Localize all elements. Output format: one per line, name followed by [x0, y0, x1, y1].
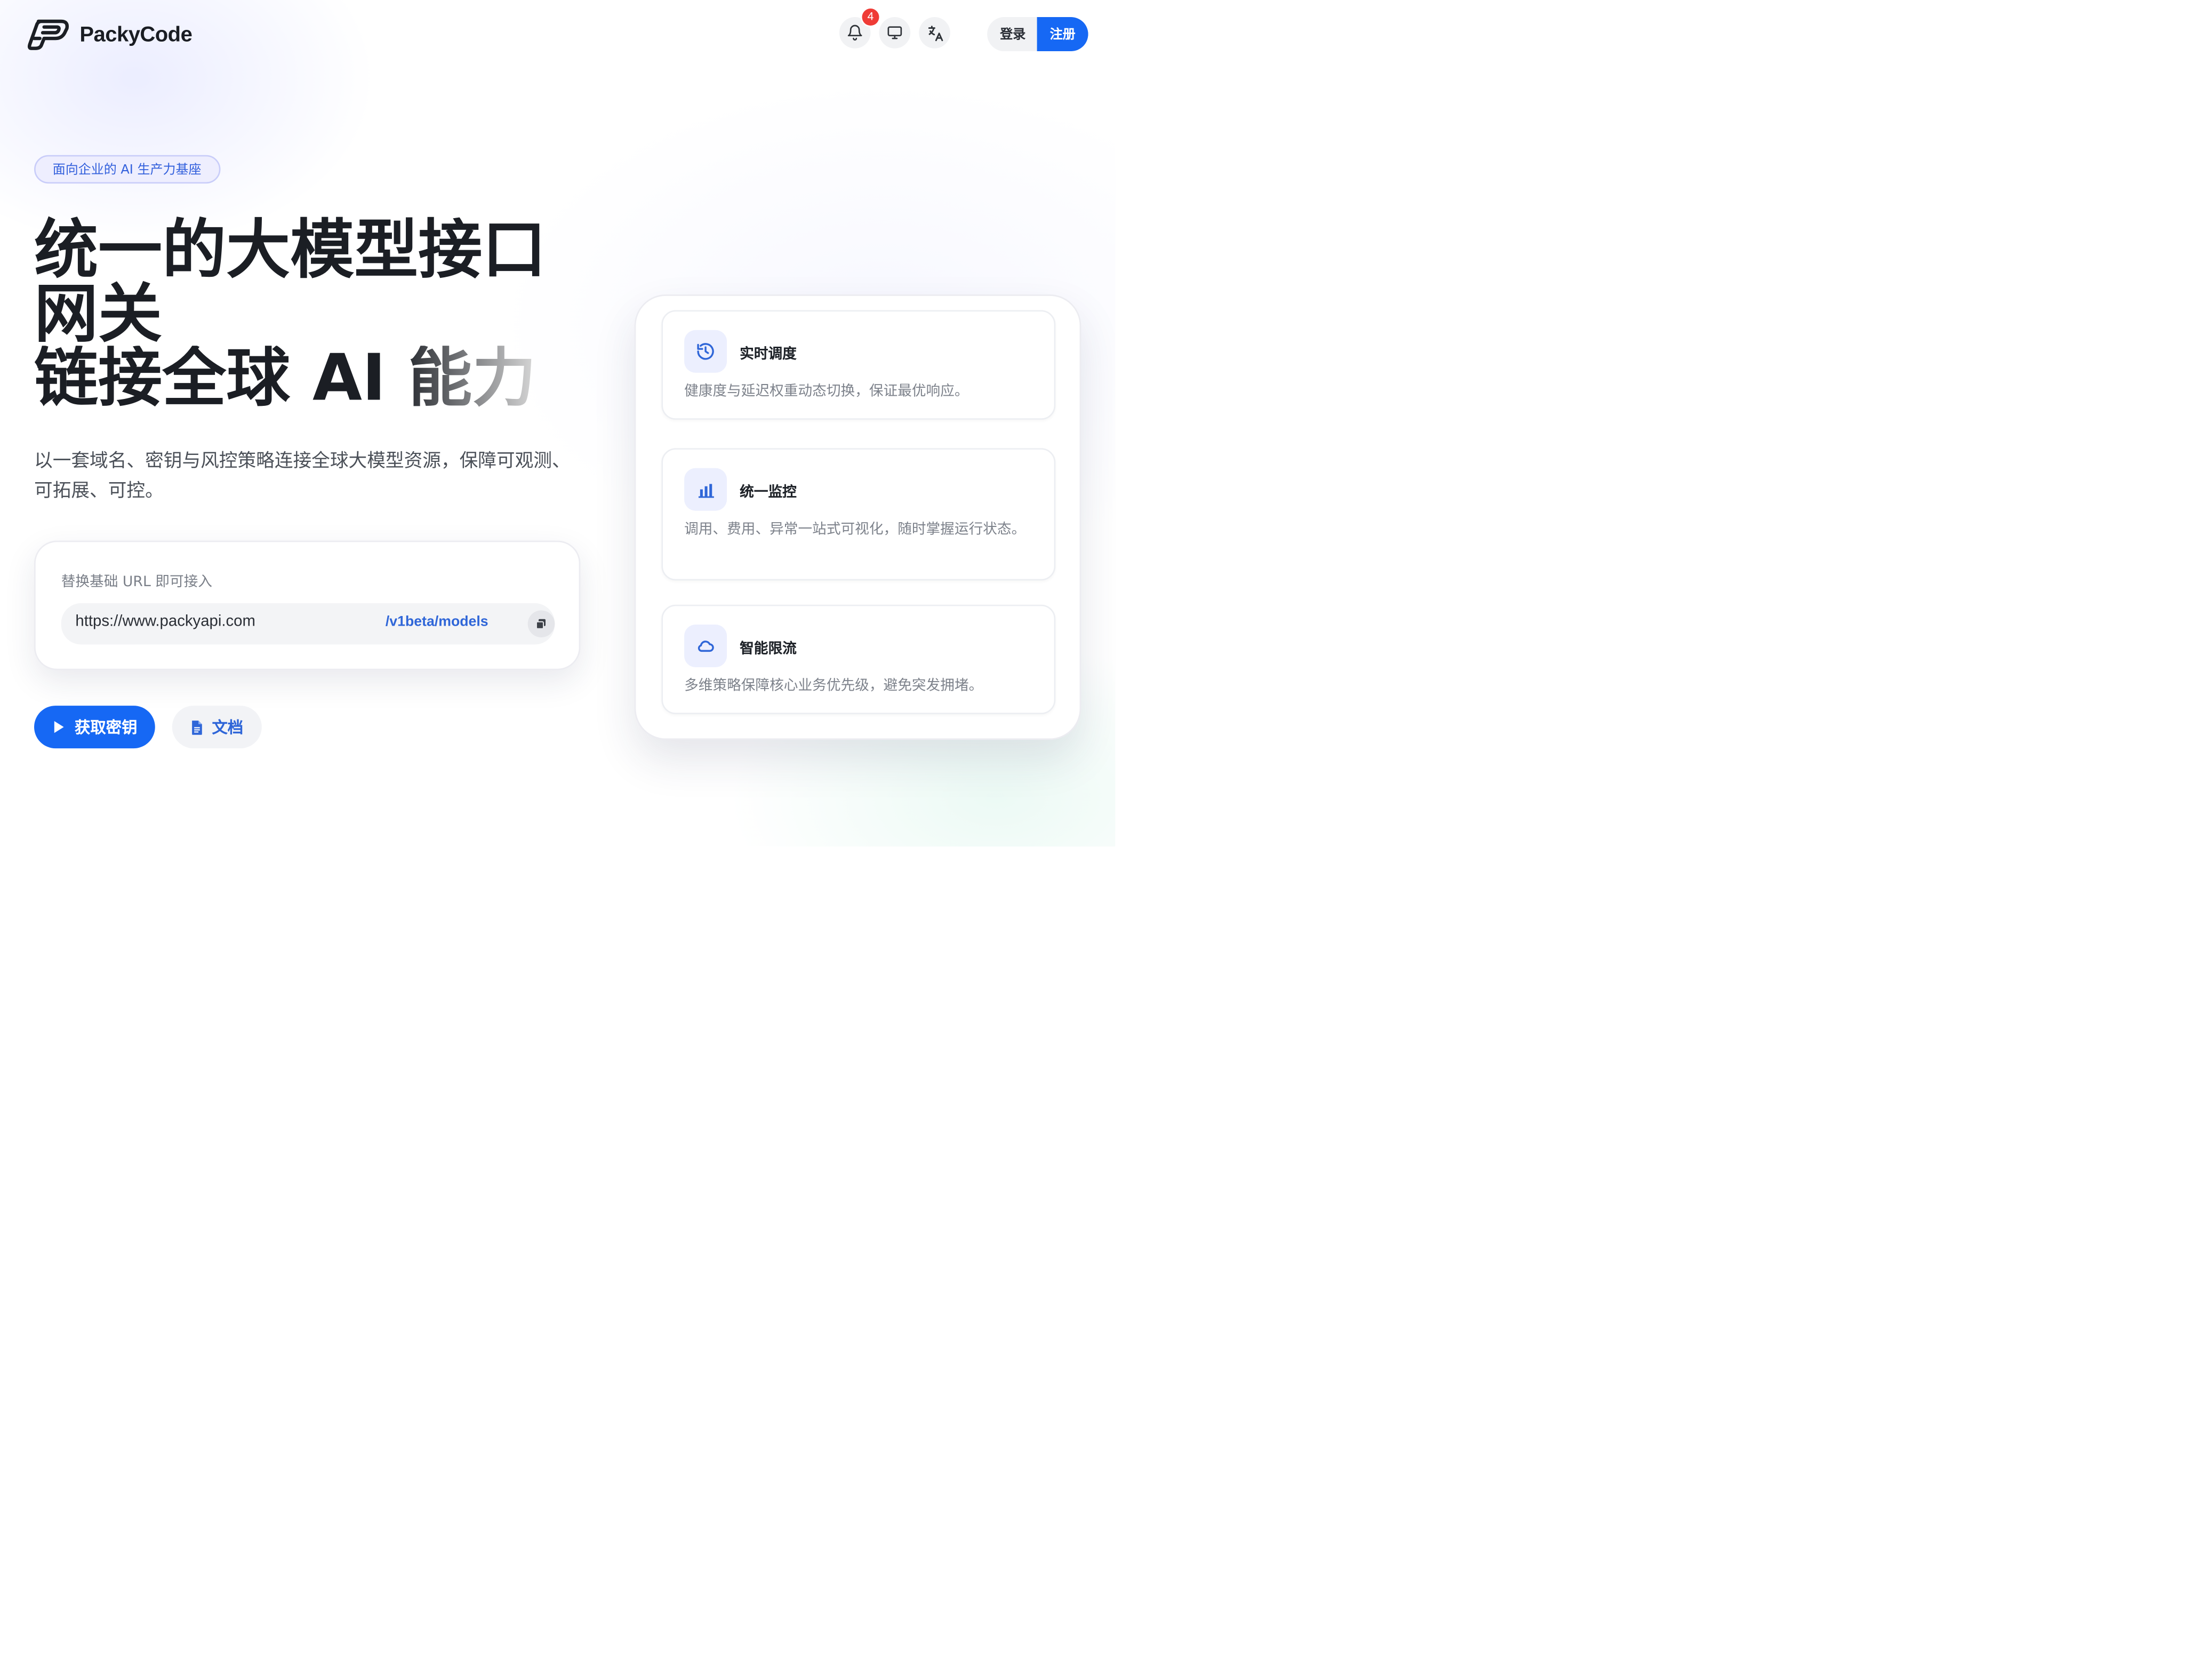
feature-title: 实时调度	[740, 347, 797, 363]
feature-card-realtime-scheduling: 实时调度 健康度与延迟权重动态切换，保证最优响应。	[661, 310, 1056, 420]
bell-icon	[847, 25, 862, 41]
notification-button[interactable]: 4	[839, 9, 879, 49]
docs-button[interactable]: 文档	[172, 706, 262, 749]
copy-icon	[535, 619, 546, 629]
notification-badge: 4	[862, 9, 879, 26]
monitor-icon	[887, 26, 902, 39]
feature-card-unified-monitoring: 统一监控 调用、费用、异常一站式可视化，随时掌握运行状态。	[661, 448, 1056, 581]
feature-panel: 实时调度 健康度与延迟权重动态切换，保证最优响应。 统一监控 调用、费用、异常一…	[634, 294, 1081, 740]
base-url-field: https://www.packyapi.com /v1beta/models	[61, 603, 555, 645]
auth-button-group: 登录 注册	[987, 17, 1088, 52]
feature-description: 健康度与延迟权重动态切换，保证最优响应。	[684, 384, 969, 400]
language-button[interactable]	[919, 17, 950, 49]
title-line-3: 链接全球 AI 能力	[34, 340, 536, 415]
page-title: 统一的大模型接口 网关 链接全球 AI 能力	[34, 218, 596, 410]
cloud-icon	[698, 641, 714, 652]
feature-title: 统一监控	[740, 485, 797, 501]
base-url-label: 替换基础 URL 即可接入	[61, 574, 212, 591]
brand-name: PackyCode	[79, 22, 193, 46]
top-icon-group: 4	[839, 9, 950, 49]
get-api-key-label: 获取密钥	[75, 718, 138, 737]
app-viewport: PackyCode 4 登录 注册 面向企业的 AI 生产力基座 统一的大模型接…	[0, 0, 2212, 1679]
feature-title: 智能限流	[740, 642, 797, 658]
register-button[interactable]: 注册	[1037, 17, 1088, 52]
get-api-key-button[interactable]: 获取密钥	[34, 706, 155, 749]
play-icon	[53, 721, 63, 733]
tagline-badge: 面向企业的 AI 生产力基座	[34, 155, 220, 184]
hero-subtitle: 以一套域名、密钥与风控策略连接全球大模型资源，保障可观测、可拓展、可控。	[34, 451, 571, 502]
brand[interactable]: PackyCode	[26, 14, 193, 54]
document-icon	[192, 719, 202, 734]
feature-card-smart-rate-limit: 智能限流 多维策略保障核心业务优先级，避免突发拥堵。	[661, 604, 1056, 715]
login-button[interactable]: 登录	[987, 17, 1037, 52]
feature-icon-badge	[684, 625, 727, 668]
history-icon	[697, 343, 714, 360]
docs-label: 文档	[212, 718, 244, 737]
brand-logo-icon	[26, 15, 71, 52]
hero-section: PackyCode 4 登录 注册 面向企业的 AI 生产力基座 统一的大模型接…	[0, 0, 1116, 847]
feature-description: 调用、费用、异常一站式可视化，随时掌握运行状态。	[684, 522, 1026, 538]
title-line-1: 统一的大模型接口	[34, 212, 547, 287]
base-url-card: 替换基础 URL 即可接入 https://www.packyapi.com /…	[34, 540, 581, 670]
feature-description: 多维策略保障核心业务优先级，避免突发拥堵。	[684, 678, 983, 694]
copy-url-button[interactable]	[527, 610, 555, 638]
api-path-text: /v1beta/models	[385, 614, 488, 630]
base-url-text: https://www.packyapi.com	[75, 613, 255, 630]
bar-chart-icon	[698, 483, 714, 498]
feature-icon-badge	[684, 468, 727, 511]
title-line-2: 网关	[34, 276, 163, 351]
feature-icon-badge	[684, 330, 727, 373]
theme-toggle-button[interactable]	[879, 17, 911, 49]
translate-icon	[927, 25, 942, 41]
